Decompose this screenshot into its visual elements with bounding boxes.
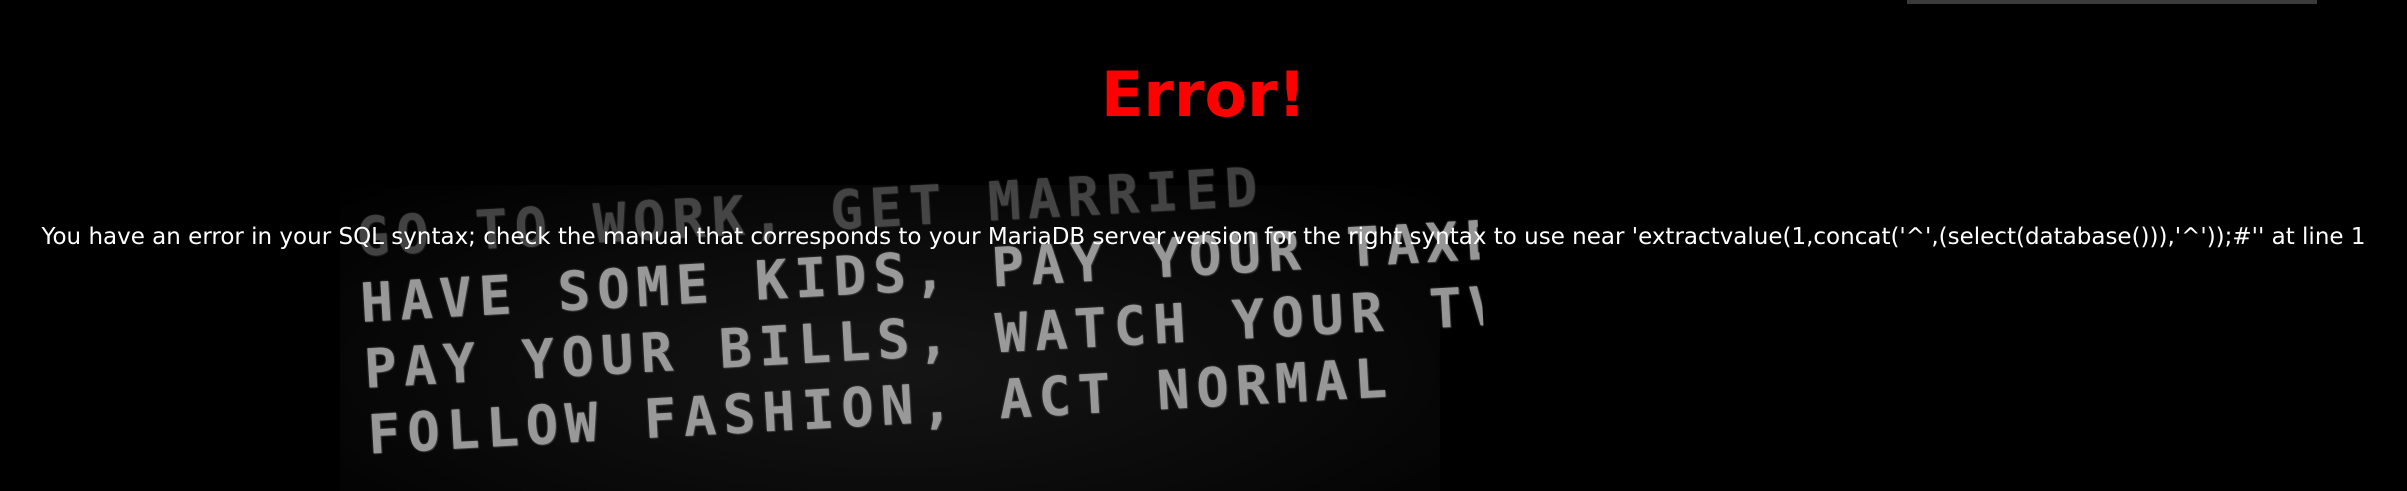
- error-message: You have an error in your SQL syntax; ch…: [41, 224, 2366, 250]
- top-edge-bar: [1907, 0, 2317, 4]
- error-title: Error!: [1101, 58, 1306, 131]
